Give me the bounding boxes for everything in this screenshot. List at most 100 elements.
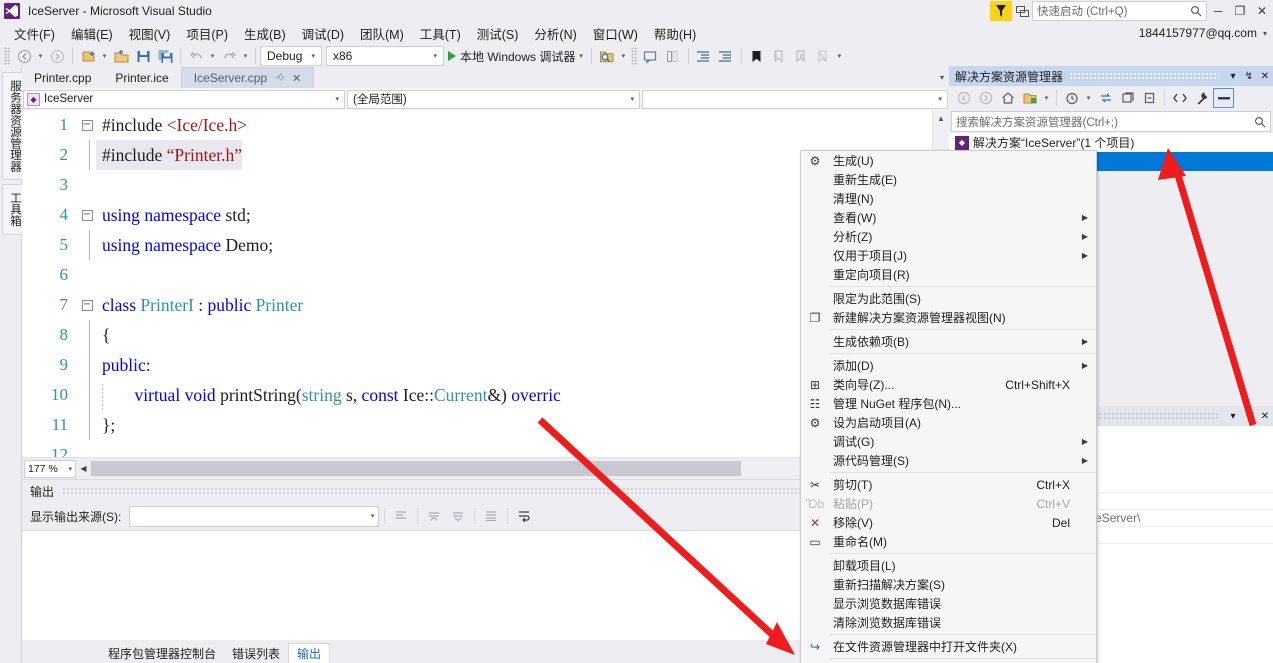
go-to-previous-message-icon[interactable] <box>423 506 445 527</box>
fold-gutter[interactable] <box>78 410 96 440</box>
collapse-icon[interactable]: − <box>81 209 93 221</box>
solution-platform-combo[interactable]: x86 ▾ <box>326 46 444 66</box>
toggle-bookmark-icon[interactable] <box>746 46 768 66</box>
menu-analyze[interactable]: 分析(N) <box>526 22 584 45</box>
scroll-left-icon[interactable]: ◀ <box>76 464 91 473</box>
chevron-down-icon[interactable]: ▾ <box>1083 88 1094 108</box>
feedback-icon[interactable] <box>1012 1 1032 21</box>
context-menu-item[interactable]: 重新生成(E) <box>801 170 1096 189</box>
start-debugging-button[interactable]: 本地 Windows 调试器 ▾ <box>444 48 587 65</box>
context-menu-item[interactable]: ⚙ 生成(U) <box>801 151 1096 170</box>
fold-gutter[interactable]: − <box>78 119 96 131</box>
context-menu-item[interactable]: 限定为此范围(S) <box>801 289 1096 308</box>
menu-debug[interactable]: 调试(D) <box>294 22 352 45</box>
properties-wrench-icon[interactable] <box>1191 88 1212 108</box>
find-in-files-icon[interactable] <box>596 46 618 66</box>
find-dropdown-icon[interactable]: ▾ <box>618 46 629 66</box>
menu-test[interactable]: 测试(S) <box>469 22 527 45</box>
new-project-icon[interactable] <box>77 46 99 66</box>
view-code-icon[interactable] <box>1169 88 1190 108</box>
navigate-forward-icon[interactable] <box>46 46 68 66</box>
context-menu-item[interactable]: ↪ 在文件资源管理器中打开文件夹(X) <box>801 637 1096 656</box>
menu-window[interactable]: 窗口(W) <box>585 22 646 45</box>
toggle-word-wrap-icon[interactable] <box>513 506 535 527</box>
context-menu-item[interactable]: 调试(G) ▶ <box>801 432 1096 451</box>
fold-gutter[interactable] <box>78 320 96 350</box>
new-project-dropdown-icon[interactable]: ▾ <box>99 46 110 66</box>
editor-tab-printer-cpp[interactable]: Printer.cpp <box>22 67 104 88</box>
code-line[interactable]: 1− #include <Ice/Ice.h> <box>22 110 949 140</box>
context-menu-item[interactable]: ⚙ 设为启动项目(A) <box>801 413 1096 432</box>
context-menu-item[interactable]: 重定向项目(R) <box>801 265 1096 284</box>
find-message-icon[interactable] <box>390 506 412 527</box>
context-menu-item[interactable]: 清除浏览数据库错误 <box>801 613 1096 632</box>
refresh-icon[interactable] <box>1117 88 1138 108</box>
sync-with-active-document-icon[interactable] <box>1095 88 1116 108</box>
notifications-flag-icon[interactable] <box>990 1 1012 21</box>
quick-launch-input[interactable]: 快速启动 (Ctrl+Q) <box>1032 1 1207 21</box>
comment-selection-icon[interactable] <box>640 46 662 66</box>
menu-tools[interactable]: 工具(T) <box>412 22 469 45</box>
context-menu-item[interactable]: ✕ 移除(V) Del <box>801 513 1096 532</box>
toolbar-grip[interactable] <box>4 47 11 65</box>
navbar-scope-member-combo[interactable]: (全局范围) ▾ <box>347 89 640 109</box>
uncomment-selection-icon[interactable] <box>662 46 684 66</box>
show-all-files-icon[interactable] <box>1019 88 1040 108</box>
context-menu-item[interactable]: 生成依赖项(B) ▶ <box>801 332 1096 351</box>
collapse-icon[interactable]: − <box>81 299 93 311</box>
home-icon[interactable] <box>997 88 1018 108</box>
forward-icon[interactable] <box>975 88 996 108</box>
solution-configuration-combo[interactable]: Debug ▾ <box>260 46 322 66</box>
redo-icon[interactable] <box>218 46 240 66</box>
close-icon[interactable]: ✕ <box>1257 71 1273 82</box>
undo-dropdown-icon[interactable]: ▾ <box>207 46 218 66</box>
output-source-combo[interactable]: ▾ <box>129 505 380 527</box>
pending-changes-icon[interactable] <box>1061 88 1082 108</box>
context-menu-item[interactable]: 添加(D) ▶ <box>801 356 1096 375</box>
properties-window-icon[interactable] <box>1213 88 1234 108</box>
pin-icon[interactable]: ↯ <box>1241 71 1257 82</box>
back-icon[interactable] <box>953 88 974 108</box>
close-icon[interactable]: ✕ <box>1257 411 1273 422</box>
next-bookmark-icon[interactable] <box>790 46 812 66</box>
navbar-scope-third-combo[interactable]: ▾ <box>642 89 948 109</box>
context-menu-item[interactable]: ❐ 新建解决方案资源管理器视图(N) <box>801 308 1096 327</box>
context-menu-item[interactable]: 仅用于项目(J) ▶ <box>801 246 1096 265</box>
tab-output[interactable]: 输出 <box>288 643 331 663</box>
fold-gutter[interactable] <box>78 230 96 260</box>
fold-gutter[interactable] <box>78 350 96 380</box>
collapse-all-icon[interactable] <box>1139 88 1160 108</box>
collapse-icon[interactable]: − <box>81 119 93 131</box>
context-menu-item[interactable]: ▭ 重命名(M) <box>801 532 1096 551</box>
chevron-down-icon[interactable]: ▾ <box>1041 88 1052 108</box>
editor-tab-printer-ice[interactable]: Printer.ice <box>103 67 181 88</box>
chevron-down-icon[interactable]: ▾ <box>935 67 949 88</box>
fold-gutter[interactable] <box>78 380 96 410</box>
pin-icon[interactable]: ↯ <box>1241 411 1257 422</box>
navbar-scope-class-combo[interactable]: ◆ IceServer ▾ <box>23 89 345 109</box>
context-menu-item[interactable]: ✂ 剪切(T) Ctrl+X <box>801 475 1096 494</box>
zoom-level-combo[interactable]: 177 % ▾ <box>24 459 76 478</box>
scroll-up-icon[interactable]: ▲ <box>933 110 949 127</box>
tab-error-list[interactable]: 错误列表 <box>224 643 288 663</box>
fold-gutter[interactable]: − <box>78 209 96 221</box>
clear-bookmarks-icon[interactable] <box>812 46 834 66</box>
drag-handle-dots[interactable] <box>1069 72 1219 80</box>
restore-button[interactable]: ❐ <box>1229 1 1251 21</box>
redo-dropdown-icon[interactable]: ▾ <box>240 46 251 66</box>
menu-build[interactable]: 生成(B) <box>236 22 294 45</box>
minimize-button[interactable]: ─ <box>1207 1 1229 21</box>
navigate-back-icon[interactable] <box>13 46 35 66</box>
context-menu-item[interactable]: ⊞ 类向导(Z)... Ctrl+Shift+X <box>801 375 1096 394</box>
indent-icon[interactable] <box>693 46 715 66</box>
tab-package-manager-console[interactable]: 程序包管理器控制台 <box>100 643 224 663</box>
context-menu-item[interactable]: 卸载项目(L) <box>801 556 1096 575</box>
save-all-icon[interactable] <box>154 46 176 66</box>
context-menu-item[interactable]: ☷ 管理 NuGet 程序包(N)... <box>801 394 1096 413</box>
context-menu-item[interactable]: 清理(N) <box>801 189 1096 208</box>
save-icon[interactable] <box>132 46 154 66</box>
chevron-down-icon[interactable]: ▾ <box>1225 411 1241 422</box>
undo-icon[interactable] <box>185 46 207 66</box>
account-area[interactable]: 1844157977@qq.com ▾ <box>1139 26 1273 40</box>
context-menu-item[interactable]: 显示浏览数据库错误 <box>801 594 1096 613</box>
